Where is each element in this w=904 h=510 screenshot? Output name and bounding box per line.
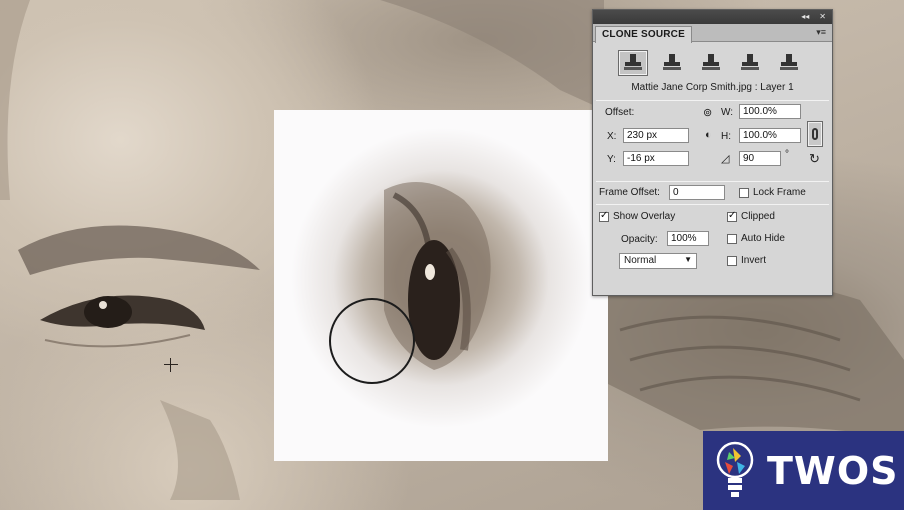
eye-reset-icon[interactable]: ⊚ [703,106,712,119]
overlay-options: Show Overlay Opacity: 100% Normal ▼ Clip… [593,205,832,277]
reset-transform-icon[interactable]: ↻ [809,151,820,167]
tab-clone-source[interactable]: CLONE SOURCE [595,26,692,43]
rotation-angle-field[interactable]: 90 [739,151,781,166]
clone-source-5-button[interactable] [774,50,804,76]
source-file-name: Mattie Jane Corp Smith.jpg : Layer 1 [631,82,794,93]
link-icon [812,128,818,140]
lock-frame-checkbox[interactable] [739,188,749,198]
close-icon[interactable]: ✕ [819,13,826,21]
panel-titlebar[interactable]: ◂◂ ✕ [593,10,832,24]
twos-watermark: TWOS [703,431,904,510]
overlay-eye-detail [384,182,491,370]
clone-source-4-button[interactable] [735,50,765,76]
clone-source-1-button[interactable] [618,50,648,76]
blend-mode-select[interactable]: Normal ▼ [619,253,697,269]
show-overlay-checkbox[interactable] [599,210,609,222]
stamp-icon [780,54,798,70]
blend-mode-value: Normal [624,255,657,266]
clone-overlay-preview [274,110,608,461]
opacity-field[interactable]: 100% [667,231,709,246]
invert-checkbox[interactable] [727,256,737,266]
clone-source-panel: ◂◂ ✕ CLONE SOURCE ▾≡ Mattie Jane Corp Sm… [592,9,833,296]
frame-offset-row: Frame Offset: 0 Lock Frame [593,182,832,204]
clipped-checkbox[interactable] [727,210,737,222]
stamp-icon [663,54,681,70]
show-overlay-label: Show Overlay [613,211,676,222]
y-offset-field[interactable]: -16 px [623,151,689,166]
stamp-icon [741,54,759,70]
lock-frame-label: Lock Frame [753,187,806,198]
chevron-down-icon: ▼ [684,255,692,264]
stamp-icon [702,54,720,70]
w-label: W: [721,107,734,118]
y-label: Y: [607,154,616,165]
clone-source-crosshair [164,358,178,372]
width-scale-field[interactable]: 100.0% [739,104,801,119]
maintain-aspect-link-button[interactable] [807,121,823,147]
x-offset-field[interactable]: 230 px [623,128,689,143]
offset-section: Offset: X: 230 px Y: -16 px ⊚ W: 100.0% … [593,101,832,181]
clipped-label: Clipped [741,211,775,222]
clone-source-buttons [593,42,832,81]
panel-tab-bar: CLONE SOURCE ▾≡ [593,24,832,43]
stamp-icon [624,54,642,70]
x-label: X: [607,131,617,142]
auto-hide-checkbox[interactable] [727,234,737,244]
clone-brush-cursor [329,298,415,384]
frame-offset-field[interactable]: 0 [669,185,725,200]
offset-label: Offset: [605,107,635,118]
degree-unit: ° [785,149,789,160]
auto-hide-label: Auto Hide [741,233,785,244]
height-scale-field[interactable]: 100.0% [739,128,801,143]
clone-source-3-button[interactable] [696,50,726,76]
flip-icon[interactable]: ◐ [705,129,712,141]
angle-icon: ◿ [721,153,730,165]
panel-menu-icon[interactable]: ▾≡ [816,27,826,38]
collapse-icon[interactable]: ◂◂ [801,13,809,21]
opacity-label: Opacity: [621,234,658,245]
clone-source-2-button[interactable] [657,50,687,76]
invert-label: Invert [741,255,767,266]
lightbulb-logo-icon [716,441,754,497]
frame-offset-label: Frame Offset: [599,187,660,198]
h-label: H: [721,131,731,142]
twos-logo-text: TWOS [767,448,899,493]
